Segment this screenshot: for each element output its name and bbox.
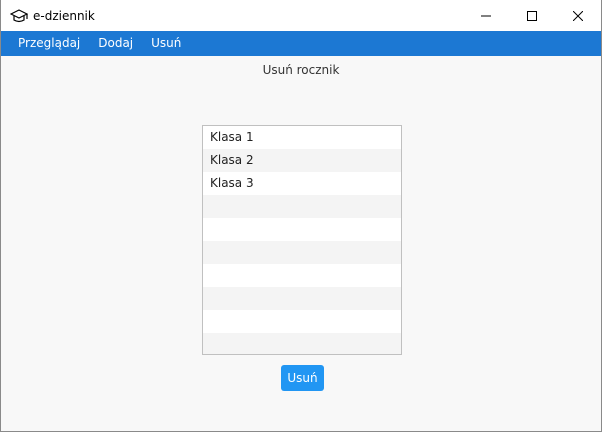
list-item (203, 195, 401, 218)
list-item (203, 241, 401, 264)
menu-bar: Przeglądaj Dodaj Usuń (1, 31, 601, 56)
app-window: e-dziennik Przeglądaj Dodaj Usuń Usuń ro… (0, 0, 602, 432)
list-item (203, 287, 401, 310)
menu-item-przegladaj[interactable]: Przeglądaj (9, 31, 89, 56)
minimize-button[interactable] (463, 0, 509, 31)
delete-button[interactable]: Usuń (281, 365, 324, 391)
minimize-icon (481, 15, 491, 16)
close-icon (573, 10, 583, 21)
title-bar[interactable]: e-dziennik (1, 0, 601, 31)
window-controls (463, 0, 601, 31)
list-item (203, 310, 401, 333)
list-item (203, 264, 401, 287)
list-item[interactable]: Klasa 3 (203, 172, 401, 195)
list-item (203, 333, 401, 354)
graduation-cap-icon (10, 8, 28, 22)
window-title: e-dziennik (33, 8, 95, 23)
maximize-icon (527, 10, 537, 21)
menu-item-dodaj[interactable]: Dodaj (89, 31, 142, 56)
menu-item-usun[interactable]: Usuń (142, 31, 190, 56)
close-button[interactable] (555, 0, 601, 31)
list-item[interactable]: Klasa 1 (203, 126, 401, 149)
page-title: Usuń rocznik (262, 63, 340, 77)
maximize-button[interactable] (509, 0, 555, 31)
class-list[interactable]: Klasa 1 Klasa 2 Klasa 3 (202, 125, 402, 355)
list-item (203, 218, 401, 241)
list-item[interactable]: Klasa 2 (203, 149, 401, 172)
